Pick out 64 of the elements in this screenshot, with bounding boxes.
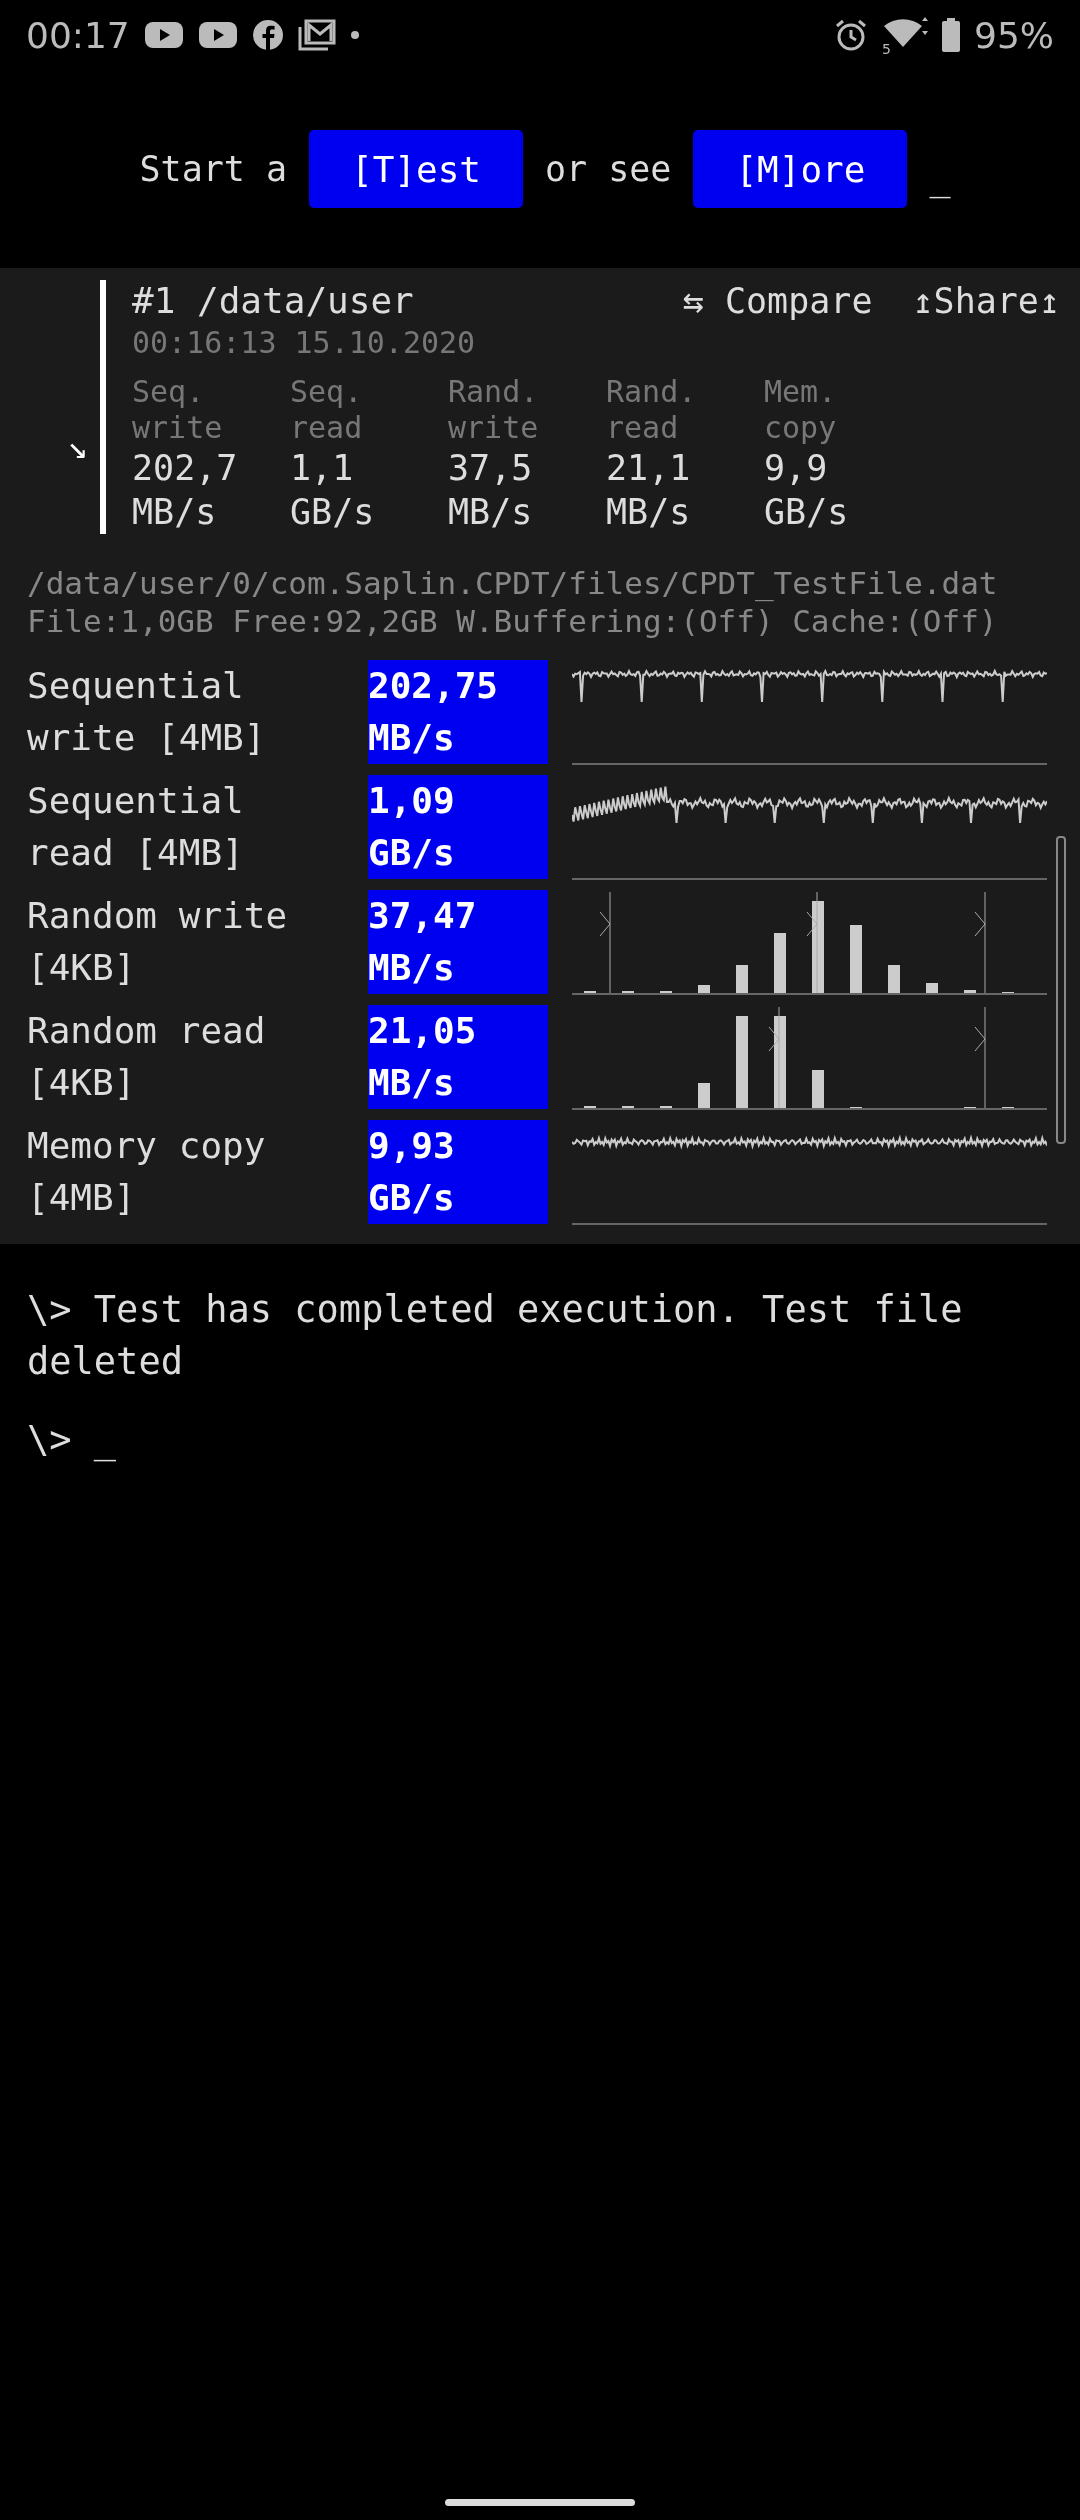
result-unit: MB/s	[368, 1061, 456, 1105]
test-name: Random write [4KB]	[27, 894, 289, 990]
result-value: 21,05	[368, 1009, 478, 1053]
result-timestamp: 00:16:13 15.10.2020	[132, 325, 477, 360]
metric-label: Rand. read	[606, 374, 698, 446]
histogram-bar	[926, 983, 938, 993]
metric-value: 202,7	[132, 447, 239, 490]
histogram-bar	[888, 965, 900, 993]
histogram-bar	[774, 933, 786, 993]
status-time: 00:17	[26, 14, 130, 56]
alarm-icon	[834, 18, 868, 52]
test-name: Sequential write [4MB]	[27, 664, 267, 760]
battery-percent: 95%	[974, 14, 1054, 56]
test-name: Memory copy [4MB]	[27, 1124, 267, 1220]
network-label: 5	[882, 41, 891, 57]
test-button[interactable]: [T]est	[309, 130, 523, 208]
play-icon	[197, 20, 238, 50]
metric-unit: MB/s	[606, 491, 692, 534]
result-unit: MB/s	[368, 946, 456, 990]
share-button[interactable]: ↥Share↥	[912, 280, 1060, 321]
result-unit: GB/s	[368, 831, 456, 875]
result-unit: MB/s	[368, 716, 456, 760]
terminal-line: \> Test has completed execution. Test file deleted	[27, 1287, 964, 1385]
metric-unit: GB/s	[764, 491, 850, 534]
file-path: /data/user/0/com.Saplin.CPDT/files/CPDT_TestFile.dat	[27, 564, 999, 602]
metric-value: 21,1	[606, 447, 692, 490]
histogram-bar	[698, 1083, 710, 1108]
facebook-icon	[251, 19, 284, 51]
result-value: 202,75	[368, 664, 500, 708]
result-title: #1 /data/user	[132, 280, 414, 321]
scrollbar[interactable]	[1056, 836, 1066, 1144]
metric-value: 1,1	[290, 447, 355, 490]
prompt-text: Start a	[139, 149, 287, 189]
terminal-line: \> _	[27, 1417, 118, 1464]
result-unit: GB/s	[368, 1176, 456, 1220]
metric-label: Seq. write	[132, 374, 224, 446]
play-icon	[143, 20, 184, 50]
histogram-bar	[698, 985, 710, 993]
metric-value: 37,5	[448, 447, 534, 490]
mail-icon	[297, 19, 336, 51]
compare-button[interactable]: ⇆ Compare	[682, 280, 873, 321]
histogram-bar	[850, 925, 862, 993]
result-value: 37,47	[368, 894, 478, 938]
histogram-bar	[736, 965, 748, 993]
test-name: Random read [4KB]	[27, 1009, 267, 1105]
metric-value: 9,9	[764, 447, 829, 490]
dot-icon	[349, 30, 360, 40]
metric-unit: GB/s	[290, 491, 376, 534]
arrow-icon: ↘	[0, 426, 100, 466]
cursor: _	[929, 158, 951, 198]
metric-label: Mem. copy	[764, 374, 838, 446]
histogram-bar	[964, 990, 976, 993]
test-name: Sequential read [4MB]	[27, 779, 245, 875]
metric-unit: MB/s	[132, 491, 218, 534]
prompt-text: or see	[545, 149, 672, 189]
histogram-bar	[812, 1070, 824, 1108]
file-stats: File:1,0GB Free:92,2GB W.Buffering:(Off) Cache:(Off)	[27, 602, 999, 640]
more-button[interactable]: [M]ore	[693, 130, 908, 208]
metric-label: Seq. read	[290, 374, 364, 446]
result-value: 9,93	[368, 1124, 456, 1168]
metric-unit: MB/s	[448, 491, 534, 534]
battery-icon	[942, 18, 960, 52]
metric-label: Rand. write	[448, 374, 540, 446]
result-value: 1,09	[368, 779, 456, 823]
